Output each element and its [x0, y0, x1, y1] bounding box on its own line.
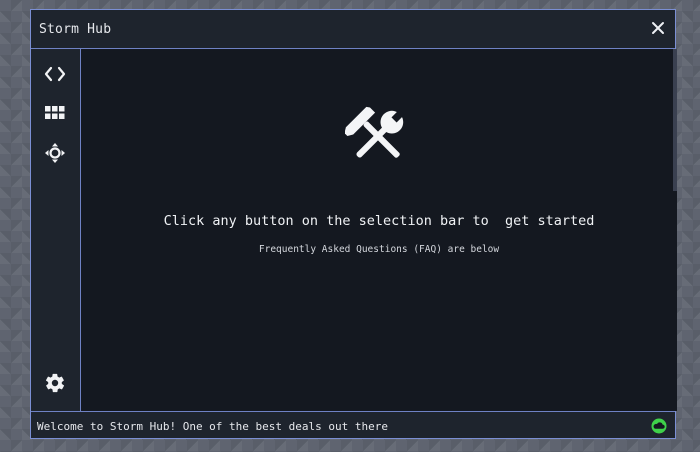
sidebar-item-settings[interactable]	[41, 369, 69, 397]
status-bar: Welcome to Storm Hub! One of the best de…	[31, 411, 675, 438]
storm-hub-window: Storm Hub Click any button on the select…	[30, 9, 677, 439]
sidebar-item-code[interactable]	[41, 60, 69, 88]
status-message: Welcome to Storm Hub! One of the best de…	[37, 420, 388, 433]
close-icon	[652, 22, 664, 34]
gear-icon	[45, 373, 65, 393]
sidebar-item-grid[interactable]	[41, 99, 69, 127]
window-title: Storm Hub	[39, 22, 112, 37]
title-bar[interactable]: Storm Hub	[31, 10, 675, 49]
selection-bar	[31, 49, 81, 411]
code-icon	[44, 66, 66, 82]
tools-icon	[345, 106, 405, 158]
scrollbar[interactable]	[673, 49, 677, 191]
faq-note: Frequently Asked Questions (FAQ) are bel…	[258, 244, 500, 255]
getting-started-message: Click any button on the selection bar to…	[163, 213, 595, 229]
move-icon	[45, 143, 65, 163]
main-content: Click any button on the selection bar to…	[81, 49, 677, 411]
sidebar-item-move[interactable]	[41, 139, 69, 167]
cloud-icon	[651, 418, 667, 434]
close-button[interactable]	[649, 19, 667, 37]
grid-icon	[45, 106, 65, 119]
